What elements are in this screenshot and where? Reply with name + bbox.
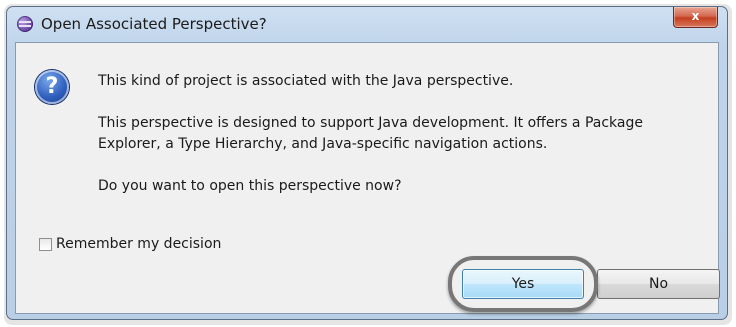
message-line-1: This kind of project is associated with …	[98, 73, 514, 89]
remember-decision-option[interactable]: Remember my decision	[39, 236, 221, 252]
eclipse-icon	[17, 16, 33, 32]
dialog-body: ? This kind of project is associated wit…	[15, 42, 720, 314]
no-button[interactable]: No	[597, 269, 720, 299]
question-icon: ?	[35, 70, 69, 104]
title-bar[interactable]: Open Associated Perspective? x	[7, 7, 727, 41]
remember-label: Remember my decision	[56, 236, 222, 252]
remember-checkbox[interactable]	[39, 237, 52, 251]
message-line-2: This perspective is designed to support …	[98, 115, 643, 152]
window-title: Open Associated Perspective?	[41, 15, 267, 33]
dialog-window: Open Associated Perspective? x ? This ki…	[6, 6, 728, 320]
close-button[interactable]: x	[673, 7, 718, 28]
yes-highlight-annotation	[448, 256, 598, 312]
message-line-3: Do you want to open this perspective now…	[98, 178, 402, 194]
